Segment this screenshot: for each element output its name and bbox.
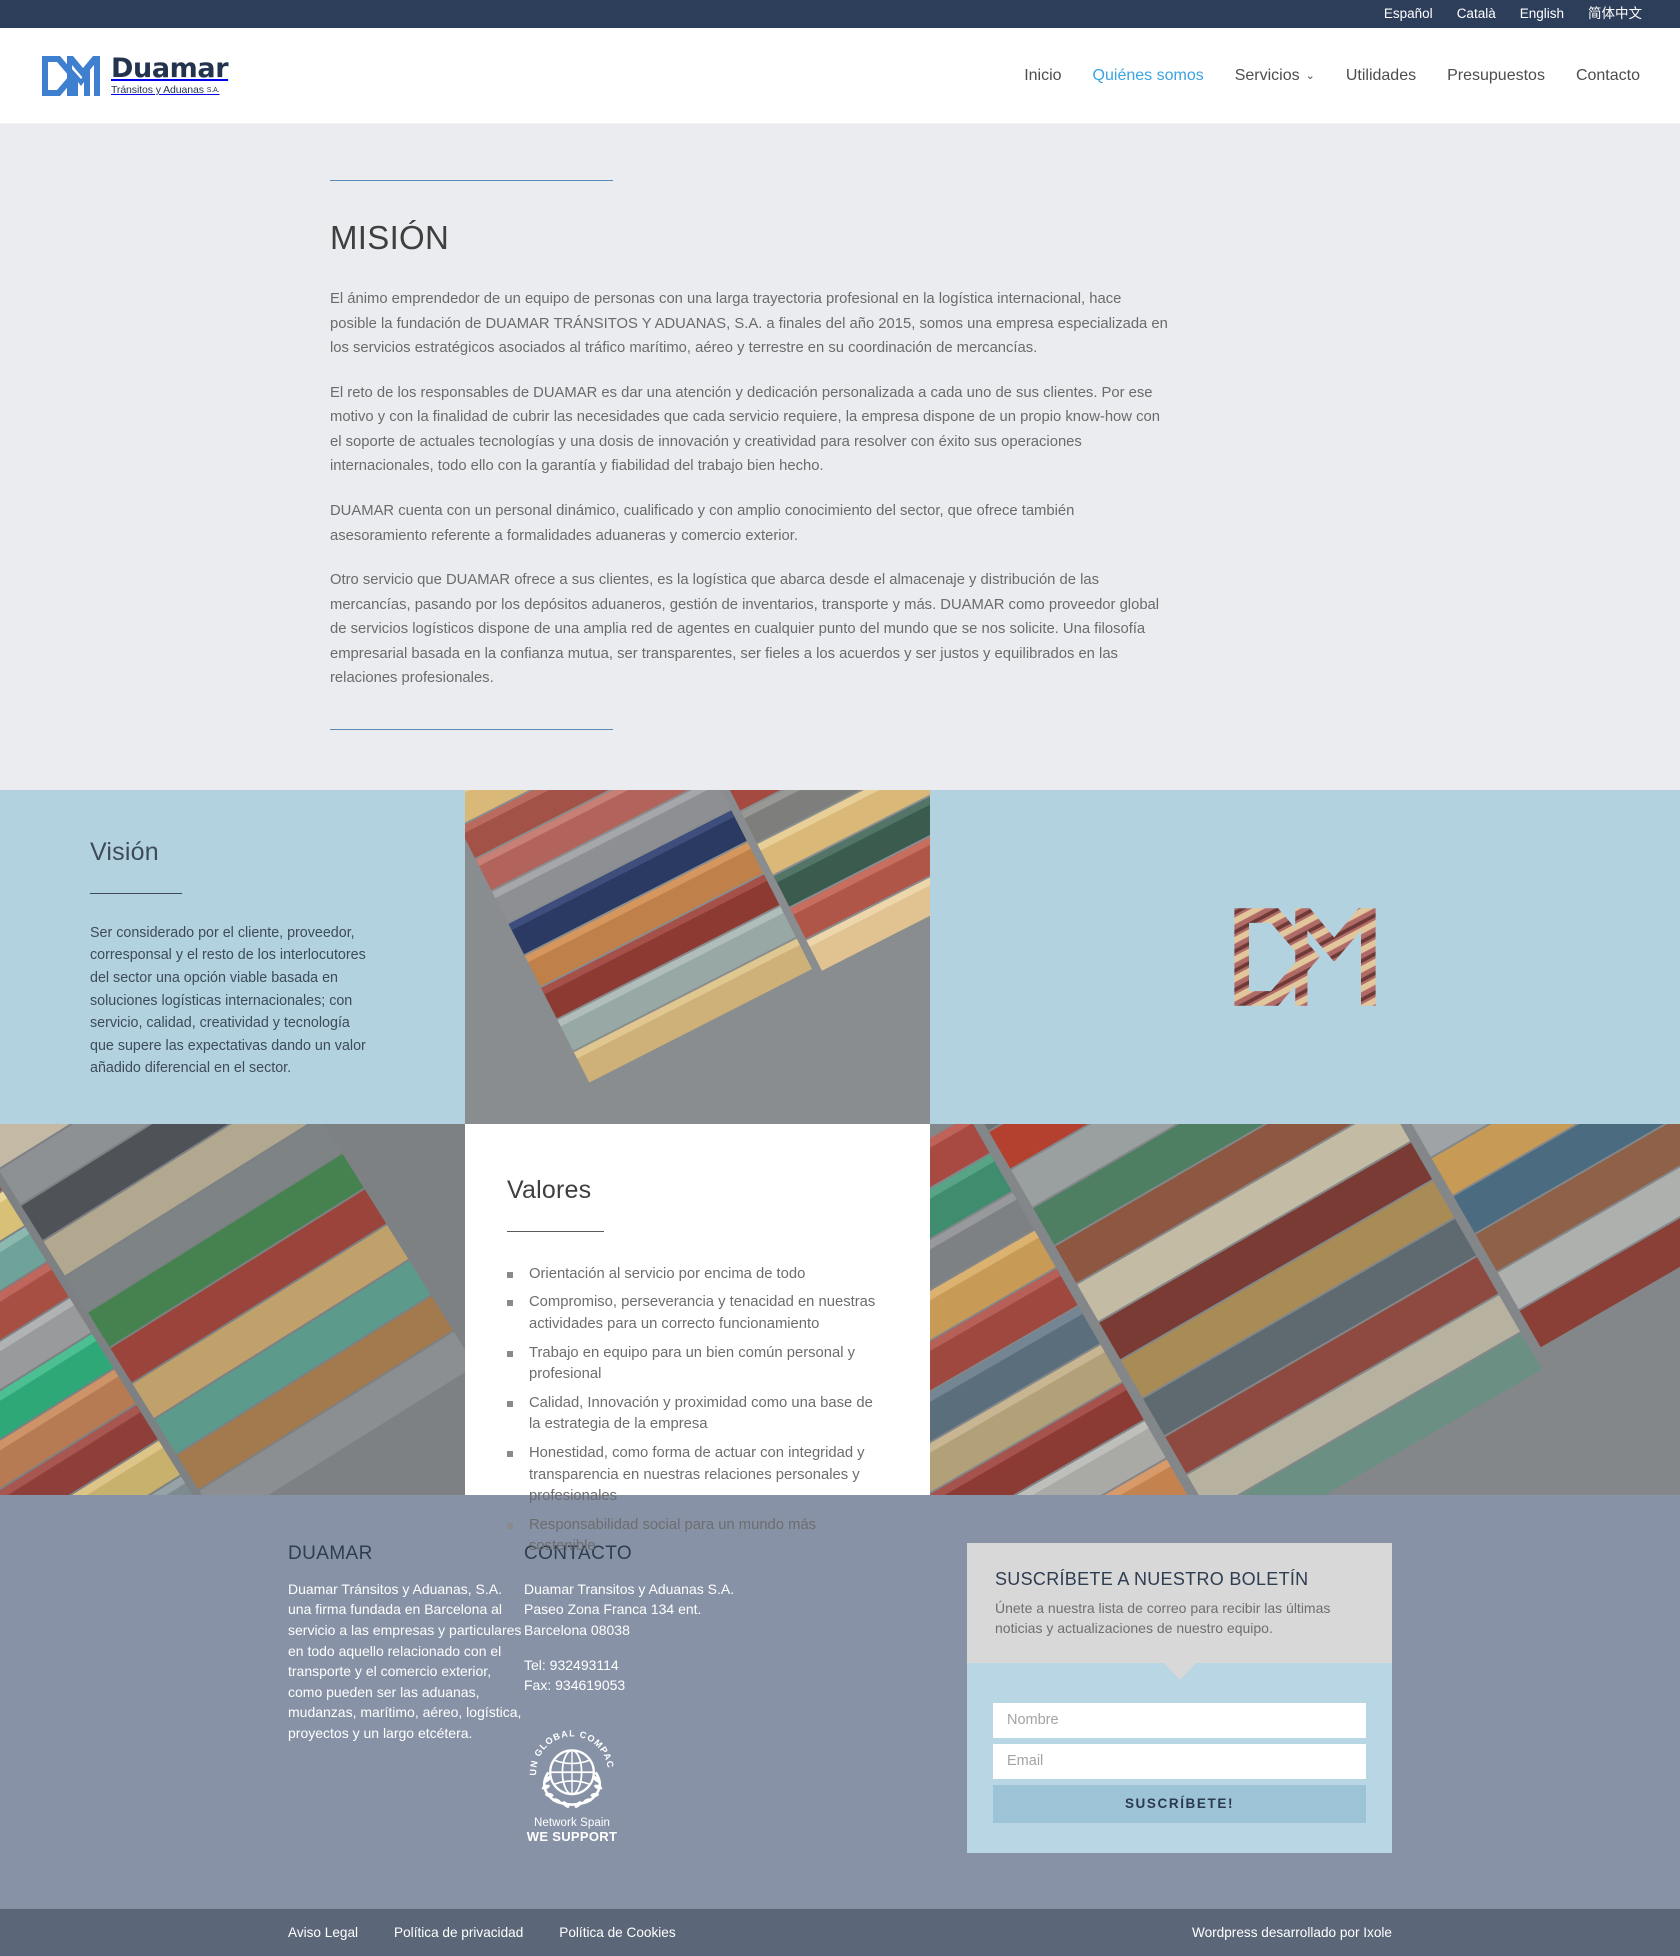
legal-link-privacidad[interactable]: Política de privacidad (394, 1925, 523, 1940)
list-item: Honestidad, como forma de actuar con int… (507, 1443, 882, 1508)
list-item: Trabajo en equipo para un bien común per… (507, 1343, 882, 1386)
logo-wordmark: Duamar (111, 53, 229, 85)
site-header: Duamar Tránsitos y Aduanas S.A. Inicio Q… (0, 28, 1680, 124)
newsletter-subtitle: Únete a nuestra lista de correo para rec… (995, 1599, 1331, 1636)
list-item: Calidad, Innovación y proximidad como un… (507, 1393, 882, 1436)
un-badge-caption-network: Network Spain (533, 1816, 611, 1829)
vision-text-panel: Visión Ser considerado por el cliente, p… (0, 790, 465, 1124)
newsletter-box: SUSCRÍBETE A NUESTRO BOLETÍN Únete a nue… (967, 1542, 1392, 1853)
nav-item-quienes-somos[interactable]: Quiénes somos (1093, 67, 1204, 85)
footer-credit: Wordpress desarrollado por Ixole (1192, 1924, 1392, 1940)
footer-address-line-1: Paseo Zona Franca 134 ent. (524, 1601, 702, 1618)
logo-tagline: Tránsitos y Aduanas S.A. (111, 84, 220, 97)
legal-bar: Aviso Legal Política de privacidad Polít… (0, 1908, 1680, 1956)
language-link-es[interactable]: Español (1384, 7, 1433, 21)
footer-heading-duamar: DUAMAR (288, 1542, 373, 1564)
vision-section: Visión Ser considerado por el cliente, p… (0, 789, 1680, 1124)
svg-text:UN GLOBAL COMPACT: UN GLOBAL COMPACT (524, 1718, 616, 1776)
mission-paragraph-4: Otro servicio que DUAMAR ofrece a sus cl… (330, 572, 1160, 687)
nav-item-contacto[interactable]: Contacto (1576, 67, 1640, 85)
footer-duamar-text: Duamar Tránsitos y Aduanas, S.A. una fir… (288, 1580, 522, 1741)
vision-divider (90, 892, 182, 894)
nav-item-inicio[interactable]: Inicio (1024, 67, 1061, 85)
newsletter-subscribe-button[interactable]: SUSCRÍBETE! (993, 1784, 1366, 1823)
newsletter-header: SUSCRÍBETE A NUESTRO BOLETÍN Únete a nue… (967, 1542, 1392, 1680)
footer-col-duamar: DUAMAR Duamar Tránsitos y Aduanas, S.A. … (288, 1543, 524, 1744)
footer-col-newsletter: SUSCRÍBETE A NUESTRO BOLETÍN Únete a nue… (967, 1542, 1392, 1853)
mission-paragraph-1: El ánimo emprendedor de un equipo de per… (330, 291, 1168, 357)
footer-company-name: Duamar Transitos y Aduanas S.A. (524, 1580, 735, 1597)
valores-photo-left (0, 1123, 465, 1495)
list-item: Responsabilidad social para un mundo más… (507, 1515, 882, 1558)
un-global-compact-badge: UN GLOBAL COMPACT (524, 1718, 620, 1844)
footer-fax: Fax: 934619053 (524, 1677, 626, 1694)
newsletter-form: SUSCRÍBETE! (967, 1662, 1392, 1853)
duamar-monogram-icon (40, 53, 102, 99)
valores-section: Valores Orientación al servicio por enci… (0, 1123, 1680, 1554)
footer-telephone: Tel: 932493114 (524, 1656, 619, 1673)
newsletter-email-input[interactable] (993, 1743, 1366, 1779)
language-link-en[interactable]: English (1520, 7, 1564, 21)
language-bar: Español Català English 简体中文 (0, 0, 1680, 28)
language-link-zh[interactable]: 简体中文 (1588, 7, 1642, 21)
language-link-ca[interactable]: Català (1457, 7, 1496, 21)
list-item: Orientación al servicio por encima de to… (507, 1264, 882, 1286)
valores-list: Orientación al servicio por encima de to… (507, 1264, 930, 1558)
valores-text-panel: Valores Orientación al servicio por enci… (465, 1123, 930, 1554)
nav-item-presupuestos[interactable]: Presupuestos (1447, 67, 1545, 85)
list-item: Compromiso, perseverancia y tenacidad en… (507, 1292, 882, 1335)
newsletter-title: SUSCRÍBETE A NUESTRO BOLETÍN (995, 1568, 1309, 1589)
page-title: MISIÓN (330, 219, 450, 256)
mission-paragraph-2: El reto de los responsables de DUAMAR es… (330, 384, 1160, 475)
un-badge-caption-support: WE SUPPORT (526, 1828, 618, 1844)
nav-item-servicios[interactable]: Servicios ⌄ (1235, 67, 1315, 85)
site-logo[interactable]: Duamar Tránsitos y Aduanas S.A. (40, 53, 229, 99)
duamar-monogram-watermark-icon (1215, 901, 1395, 1013)
newsletter-name-input[interactable] (993, 1702, 1366, 1738)
valores-divider (507, 1230, 604, 1232)
vision-heading: Visión (90, 837, 159, 866)
legal-link-cookies[interactable]: Política de Cookies (559, 1925, 675, 1940)
legal-link-aviso[interactable]: Aviso Legal (288, 1925, 358, 1940)
vision-body: Ser considerado por el cliente, proveedo… (90, 924, 366, 1077)
divider-top (330, 180, 613, 181)
vision-watermark-panel (930, 790, 1680, 1124)
valores-heading: Valores (507, 1175, 592, 1204)
main-navigation: Inicio Quiénes somos Servicios ⌄ Utilidad… (1024, 67, 1640, 85)
mission-section: MISIÓN El ánimo emprendedor de un equipo… (0, 124, 1680, 790)
mission-paragraph-3: DUAMAR cuenta con un personal dinámico, … (330, 502, 1075, 544)
chevron-down-icon: ⌄ (1305, 69, 1315, 82)
vision-photo (465, 789, 930, 1124)
nav-item-utilidades[interactable]: Utilidades (1346, 67, 1416, 85)
valores-photo-right (930, 1123, 1680, 1495)
footer-address-line-2: Barcelona 08038 (524, 1622, 630, 1639)
footer-col-contacto: CONTACTO Duamar Transitos y Aduanas S.A.… (524, 1543, 760, 1844)
un-badge-ring-text: UN GLOBAL COMPACT (524, 1718, 615, 1776)
divider-bottom (330, 728, 613, 730)
